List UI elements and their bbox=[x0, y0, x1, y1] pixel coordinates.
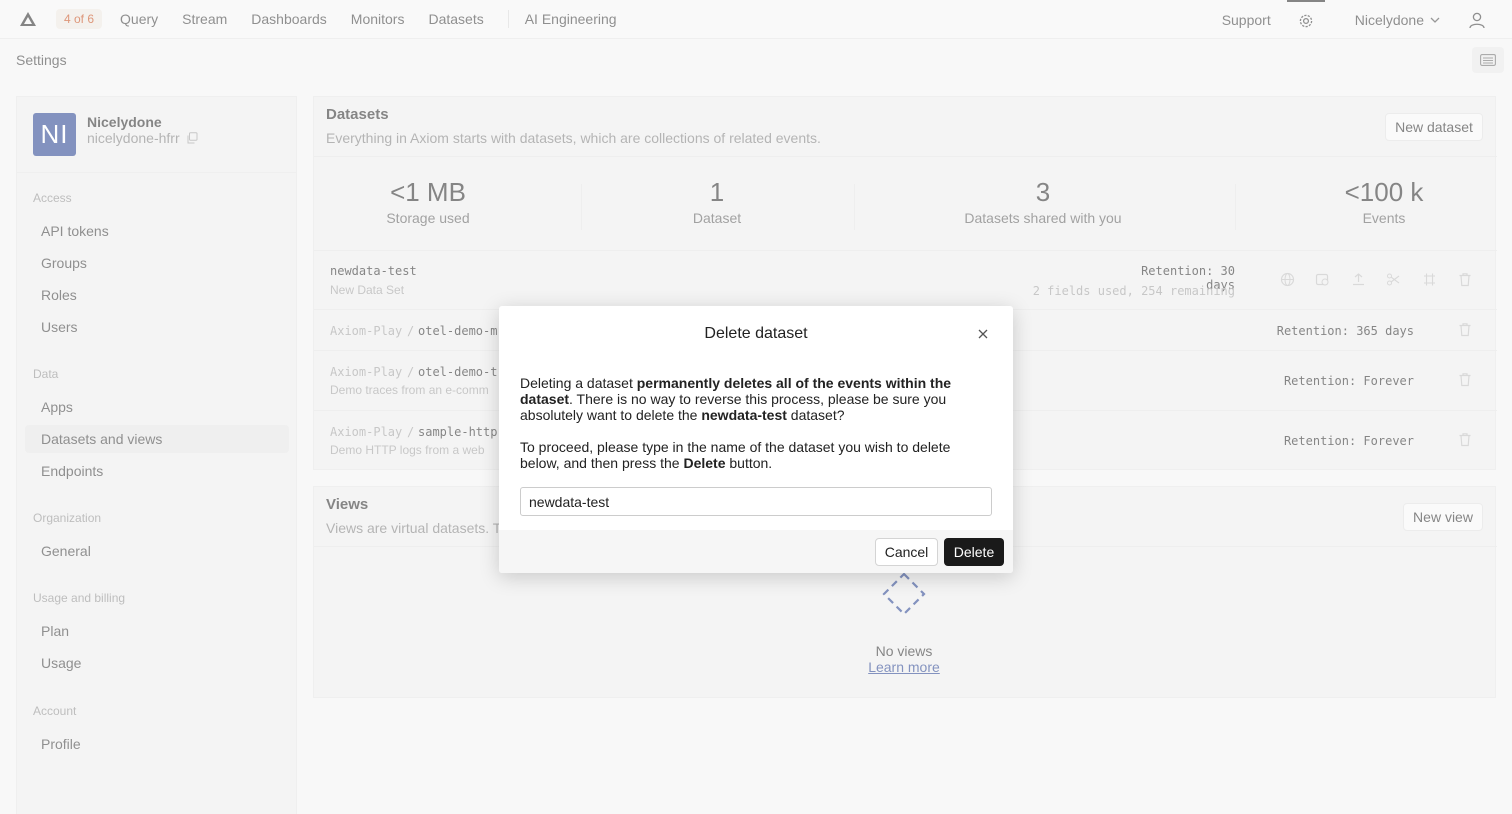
delete-button[interactable]: Delete bbox=[944, 538, 1004, 566]
modal-instructions-text: To proceed, please type in the name of t… bbox=[520, 439, 951, 471]
dataset-name-input[interactable] bbox=[520, 487, 992, 516]
close-icon[interactable] bbox=[977, 328, 991, 342]
modal-footer: Cancel Delete bbox=[499, 530, 1013, 573]
cancel-button[interactable]: Cancel bbox=[875, 538, 938, 566]
modal-warning-text: Deleting a dataset permanently deletes a… bbox=[520, 375, 952, 423]
delete-dataset-modal: Delete dataset Deleting a dataset perman… bbox=[499, 306, 1013, 573]
modal-title: Delete dataset bbox=[704, 325, 808, 342]
